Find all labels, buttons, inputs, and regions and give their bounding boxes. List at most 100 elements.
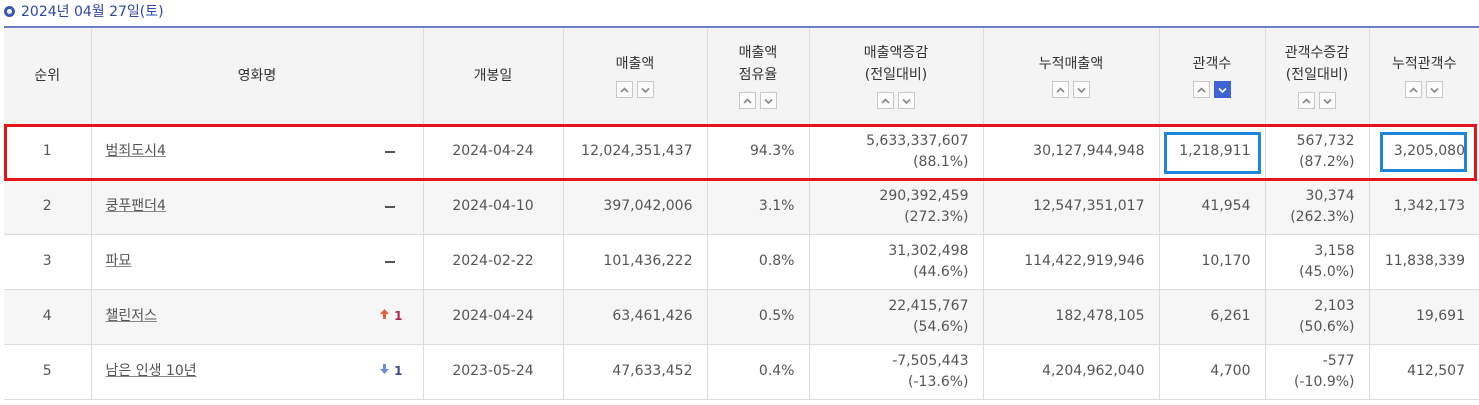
- movie-title-link[interactable]: 파묘: [106, 251, 132, 272]
- title-cell-content: 챌린저스 1: [92, 306, 423, 327]
- rank-cell: 5: [4, 344, 91, 400]
- sort-descending-button[interactable]: [1073, 81, 1090, 99]
- sales-cell: 397,042,006: [562, 179, 707, 235]
- sort-descending-button[interactable]: [760, 92, 777, 110]
- sort-controls: [708, 92, 809, 110]
- audience-diff-percent: (87.2%): [1299, 153, 1355, 170]
- rank-cell: 1: [4, 124, 91, 180]
- sort-descending-button[interactable]: [637, 81, 654, 99]
- rank-cell: 3: [4, 234, 91, 290]
- sort-descending-button[interactable]: [1426, 81, 1444, 99]
- chevron-up-icon: [743, 98, 752, 104]
- no-change-dash-icon: [384, 260, 395, 263]
- sort-descending-button[interactable]: [898, 92, 915, 110]
- audience-cell: 41,954: [1158, 179, 1265, 235]
- audience-diff-percent: (45.0%): [1299, 263, 1355, 280]
- table-body: 1 범죄도시4 2024-04-24 12,024,351,437 94.3% 5,633…: [4, 124, 1479, 400]
- audience-cell: 6,261: [1158, 289, 1265, 345]
- sort-ascending-button[interactable]: [1193, 81, 1210, 99]
- sales-diff-value: 31,302,498: [888, 242, 969, 259]
- header-label: 개봉일: [473, 67, 513, 84]
- audience-diff-value: -577: [1322, 352, 1355, 369]
- audience-diff-cell: -577 (-10.9%): [1264, 344, 1369, 400]
- box-office-table-wrapper: 순위 영화명 개봉일 매출액 매출액 점유율 매출액증감 (전일대비) 누적매출액 관객수 관객수증…: [4, 26, 1479, 400]
- header-label: 매출액: [738, 45, 778, 62]
- date-text: 2024년 04월 27일(토): [21, 4, 164, 20]
- cumulative-audience-cell: 19,691: [1368, 289, 1479, 345]
- table-row: 2 쿵푸팬더4 2024-04-10 397,042,006 3.1% 290,392,4…: [4, 179, 1479, 235]
- header-audience: 관객수: [1158, 26, 1265, 125]
- chevron-up-icon: [1409, 87, 1418, 93]
- title-cell-content: 파묘: [92, 251, 423, 272]
- sales-diff-percent: (44.6%): [913, 263, 969, 280]
- sales-diff-value: 290,392,459: [879, 187, 969, 204]
- sort-ascending-button[interactable]: [616, 81, 633, 99]
- cumulative-sales-cell: 12,547,351,017: [982, 179, 1159, 235]
- sales-diff-percent: (272.3%): [904, 208, 969, 225]
- title-cell-content: 남은 인생 10년 1: [92, 361, 423, 382]
- sort-ascending-button[interactable]: [1052, 81, 1069, 99]
- sort-descending-button[interactable]: [1319, 92, 1336, 110]
- sales-cell: 12,024,351,437: [562, 124, 707, 180]
- header-label: 영화명: [237, 67, 277, 84]
- sort-controls: [1160, 81, 1265, 99]
- sales-cell: 101,436,222: [562, 234, 707, 290]
- movie-title-link[interactable]: 쿵푸팬더4: [106, 196, 166, 217]
- cumulative-sales-cell: 114,422,919,946: [982, 234, 1159, 290]
- sort-controls: [564, 81, 707, 99]
- chevron-up-icon: [1056, 87, 1065, 93]
- sales-diff-value: -7,505,443: [892, 352, 969, 369]
- audience-diff-value: 567,732: [1296, 132, 1355, 149]
- rank-change: [384, 260, 403, 263]
- rank-cell: 2: [4, 179, 91, 235]
- movie-title-link[interactable]: 범죄도시4: [106, 141, 166, 162]
- chevron-up-icon: [1197, 87, 1206, 93]
- sort-descending-button[interactable]: [1214, 81, 1231, 99]
- audience-diff-percent: (50.6%): [1299, 318, 1355, 335]
- sales-diff-cell: -7,505,443 (-13.6%): [808, 344, 983, 400]
- box-office-table: 순위 영화명 개봉일 매출액 매출액 점유율 매출액증감 (전일대비) 누적매출액 관객수 관객수증…: [4, 26, 1479, 400]
- sort-controls: [1266, 92, 1369, 110]
- movie-title-link[interactable]: 챌린저스: [106, 306, 158, 327]
- sort-ascending-button[interactable]: [739, 92, 756, 110]
- sales-diff-cell: 5,633,337,607 (88.1%): [808, 124, 983, 180]
- rank-change: [384, 150, 403, 153]
- rank-change-value: 1: [394, 309, 403, 323]
- title-cell-content: 범죄도시4: [92, 141, 423, 162]
- chevron-down-icon: [764, 98, 773, 104]
- header-label: 누적관객수: [1392, 56, 1457, 73]
- header-cumulative-audience: 누적관객수: [1368, 26, 1479, 125]
- header-label: 누적매출액: [1038, 56, 1104, 73]
- header-sales: 매출액: [562, 26, 707, 125]
- share-cell: 94.3%: [706, 124, 809, 180]
- movie-title-link[interactable]: 남은 인생 10년: [106, 361, 197, 382]
- audience-diff-value: 2,103: [1314, 297, 1355, 314]
- header-label: 관객수증감: [1284, 45, 1350, 62]
- sales-diff-percent: (54.6%): [913, 318, 969, 335]
- header-label: 순위: [34, 67, 61, 84]
- date-header: 2024년 04월 27일(토): [4, 0, 164, 22]
- arrow-down-icon: [379, 361, 390, 382]
- sales-cell: 47,633,452: [562, 344, 707, 400]
- sales-diff-value: 22,415,767: [888, 297, 969, 314]
- sales-cell: 63,461,426: [562, 289, 707, 345]
- header-label: (전일대비): [1285, 67, 1349, 84]
- rank-cell: 4: [4, 289, 91, 345]
- header-title: 영화명: [90, 26, 423, 125]
- audience-diff-cell: 3,158 (45.0%): [1264, 234, 1369, 290]
- chevron-down-icon: [641, 87, 650, 93]
- chevron-down-icon: [1430, 87, 1439, 93]
- share-cell: 0.5%: [706, 289, 809, 345]
- no-change-dash-icon: [384, 150, 395, 153]
- sort-ascending-button[interactable]: [1298, 92, 1315, 110]
- title-cell: 범죄도시4: [90, 124, 423, 180]
- sort-ascending-button[interactable]: [877, 92, 894, 110]
- audience-diff-cell: 2,103 (50.6%): [1264, 289, 1369, 345]
- header-rank: 순위: [4, 26, 91, 125]
- audience-cell: 1,218,911: [1158, 124, 1265, 180]
- table-header-row: 순위 영화명 개봉일 매출액 매출액 점유율 매출액증감 (전일대비) 누적매출액 관객수 관객수증…: [4, 26, 1479, 125]
- sort-ascending-button[interactable]: [1405, 81, 1423, 99]
- audience-cell: 4,700: [1158, 344, 1265, 400]
- rank-change: 1: [379, 361, 403, 382]
- sales-diff-cell: 290,392,459 (272.3%): [808, 179, 983, 235]
